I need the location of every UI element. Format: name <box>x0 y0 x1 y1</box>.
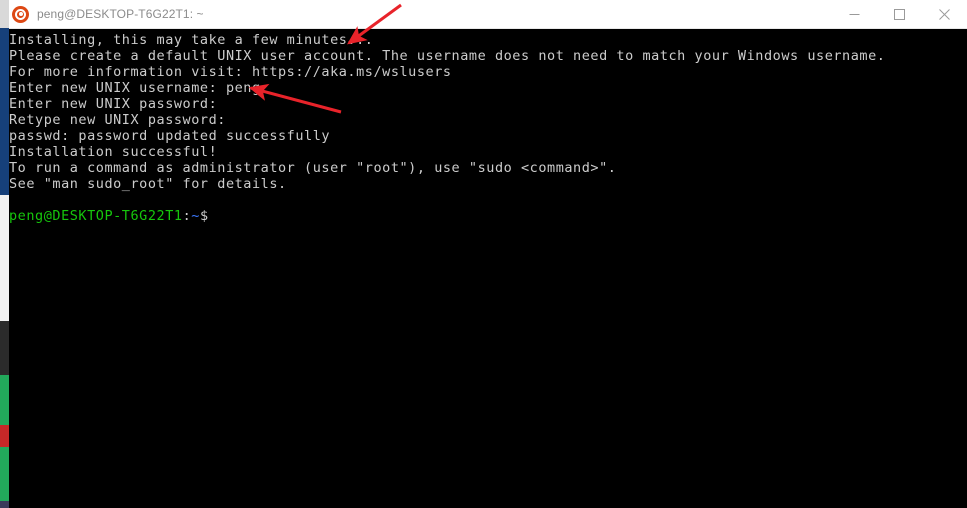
terminal-line: See "man sudo_root" for details. <box>9 176 287 192</box>
terminal-line: Retype new UNIX password: <box>9 112 226 128</box>
terminal-line: For more information visit: https://aka.… <box>9 64 452 80</box>
terminal-line: Enter new UNIX password: <box>9 96 218 112</box>
title-bar[interactable]: peng@DESKTOP-T6G22T1: ~ <box>9 0 967 29</box>
terminal-line: To run a command as administrator (user … <box>9 160 617 176</box>
minimize-button[interactable] <box>832 0 877 28</box>
prompt-symbol: $ <box>199 208 209 224</box>
window-title: peng@DESKTOP-T6G22T1: ~ <box>37 7 204 21</box>
terminal-line: Enter new UNIX username: peng <box>9 80 261 96</box>
terminal-line: passwd: password updated successfully <box>9 128 331 144</box>
terminal-output-area[interactable]: Installing, this may take a few minutes.… <box>9 29 967 508</box>
ubuntu-logo-icon <box>12 5 29 23</box>
terminal-window: peng@DESKTOP-T6G22T1: ~ Installing, this… <box>0 0 967 508</box>
close-button[interactable] <box>922 0 967 28</box>
terminal-line: Installation successful! <box>9 144 218 160</box>
maximize-button[interactable] <box>877 0 922 28</box>
window-controls <box>832 0 967 28</box>
terminal-line: Installing, this may take a few minutes.… <box>9 32 374 48</box>
terminal-lines: Installing, this may take a few minutes.… <box>9 32 967 224</box>
shell-prompt-line: peng@DESKTOP-T6G22T1:~$ <box>9 208 967 224</box>
terminal-line: Please create a default UNIX user accoun… <box>9 48 886 64</box>
text-cursor <box>209 210 217 224</box>
prompt-separator: : <box>182 208 192 224</box>
prompt-path: ~ <box>191 208 200 224</box>
prompt-user-host: peng@DESKTOP-T6G22T1 <box>9 208 183 224</box>
